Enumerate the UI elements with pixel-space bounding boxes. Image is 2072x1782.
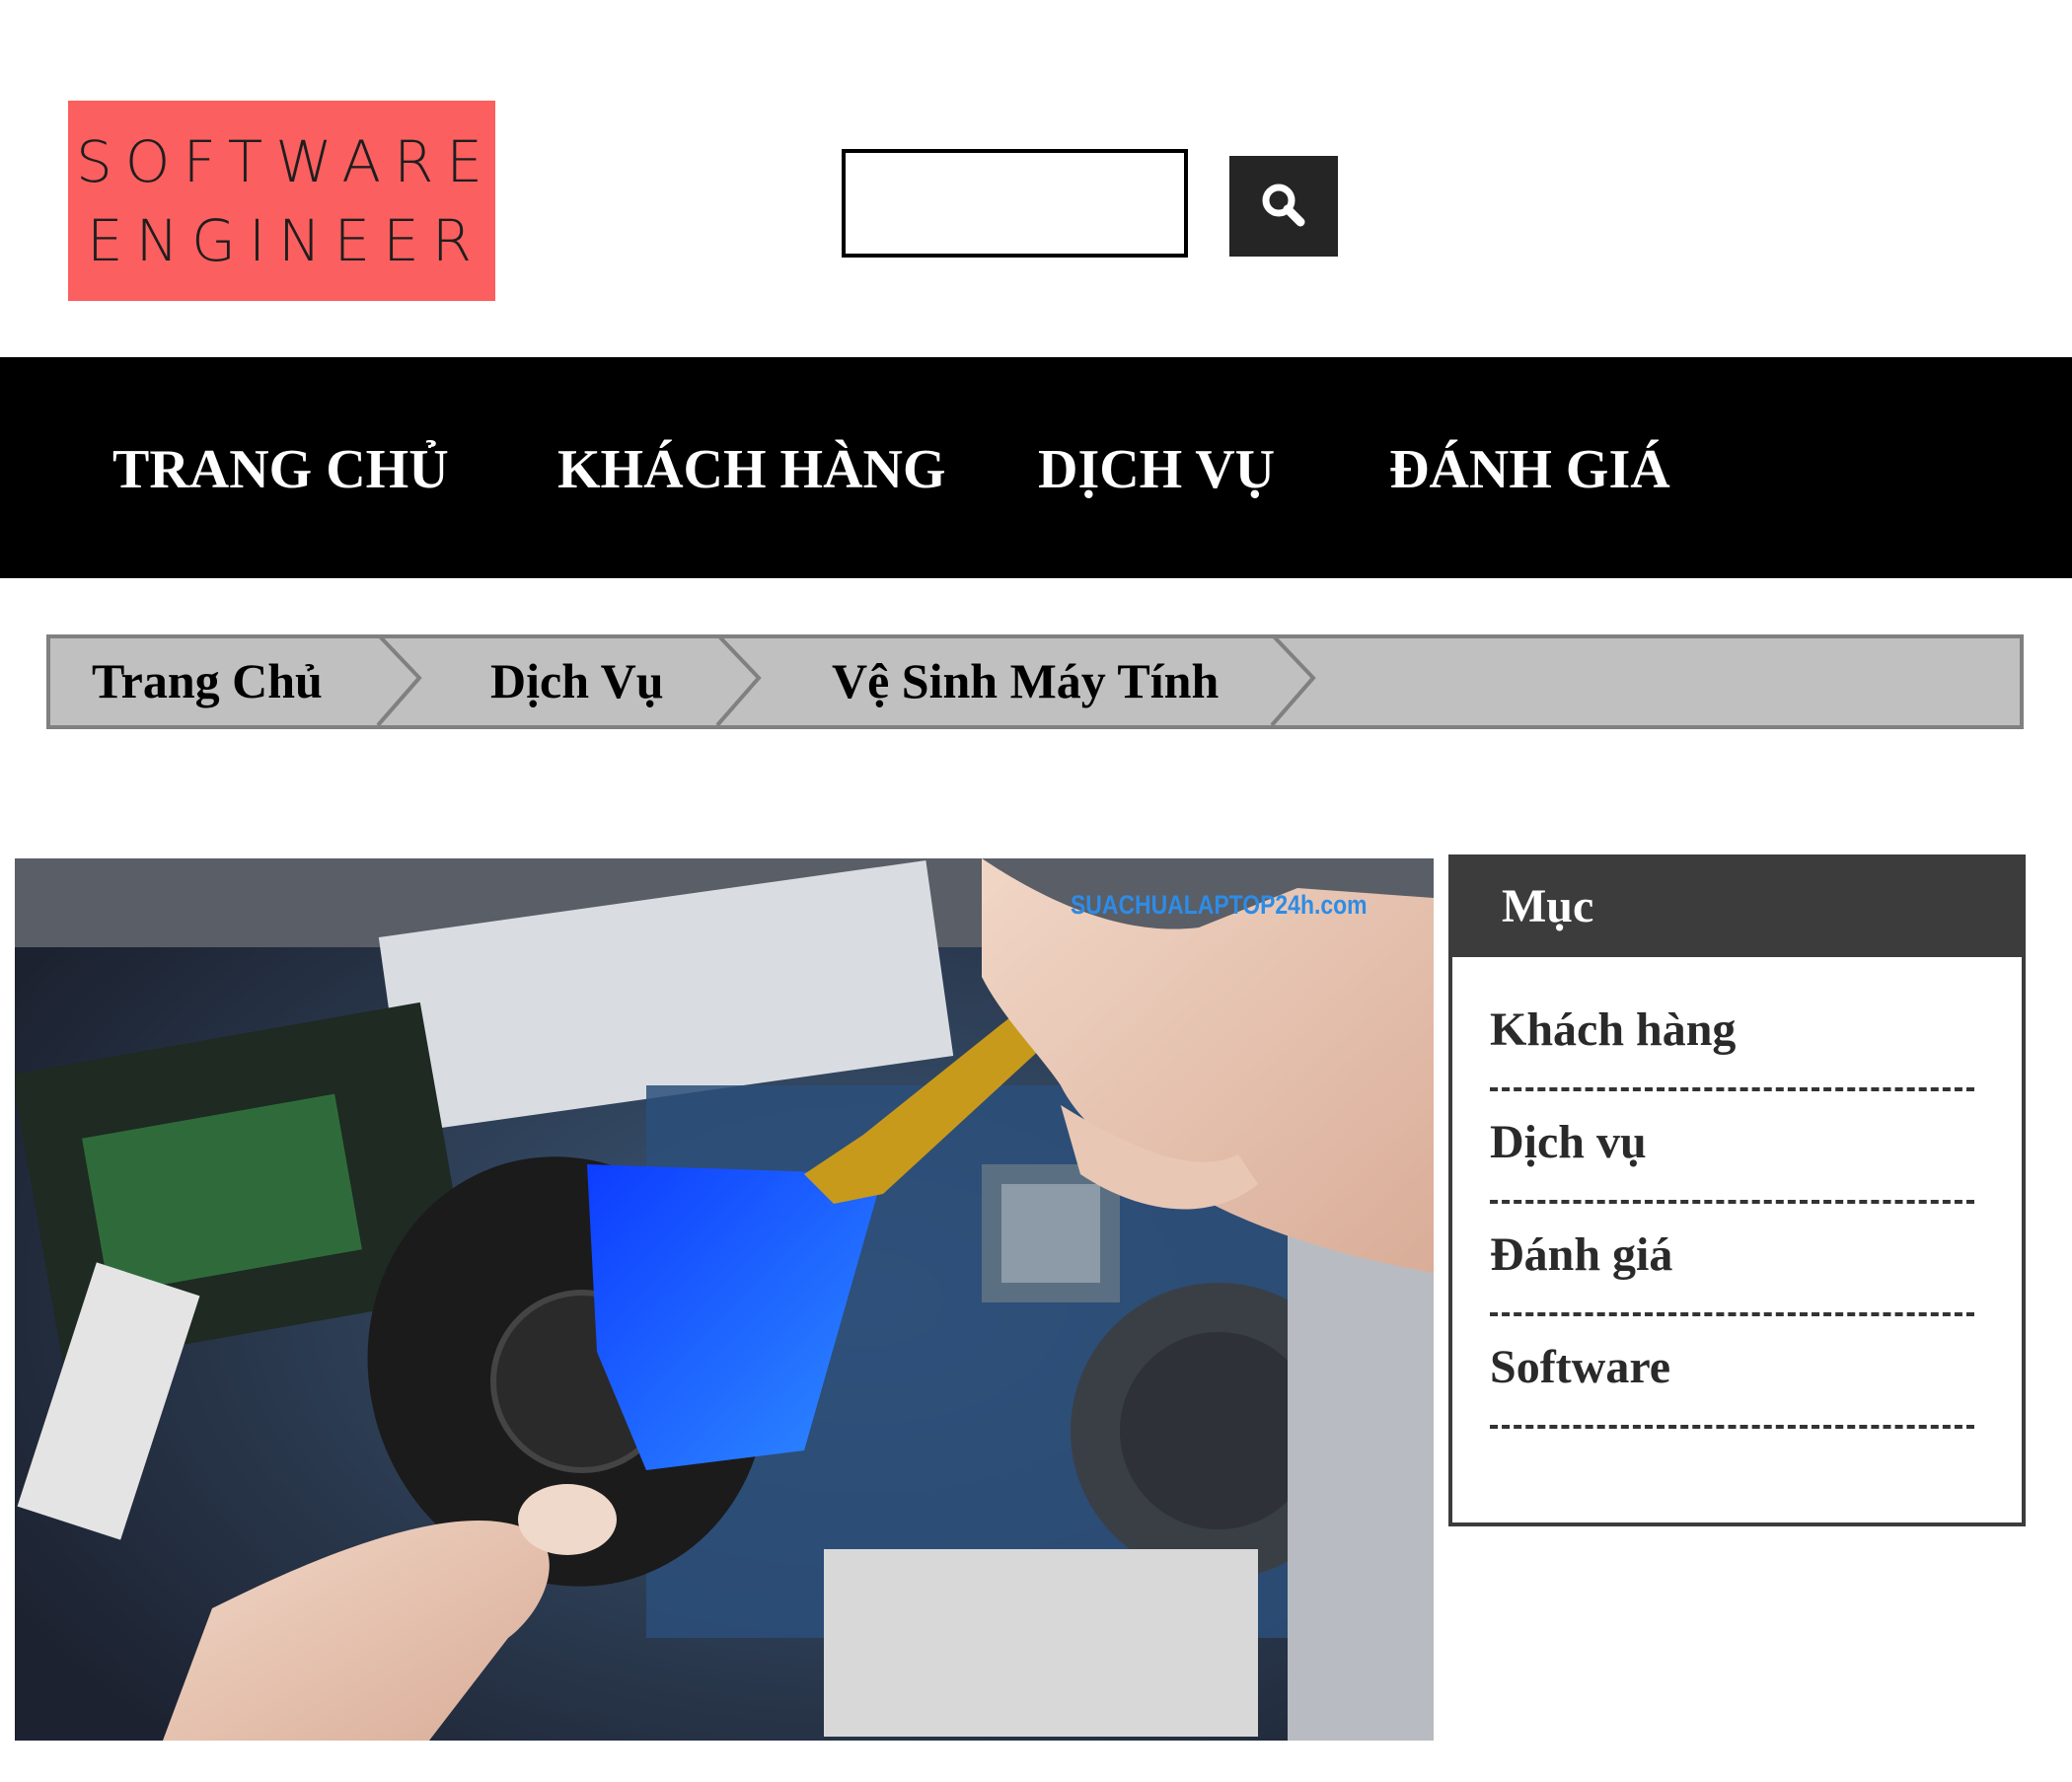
breadcrumb-separator <box>376 634 422 727</box>
breadcrumb-separator <box>715 634 762 727</box>
sidebar-item-dich-vu[interactable]: Dịch vụ <box>1490 1115 1647 1170</box>
logo-line-2: ENGINEER <box>86 206 485 274</box>
search-button[interactable] <box>1229 156 1338 257</box>
sidebar-title: Mục <box>1452 858 2022 957</box>
nav-item-trang-chu[interactable]: TRANG CHỦ <box>112 438 449 501</box>
hero-image <box>15 858 1434 1741</box>
sidebar-item-danh-gia[interactable]: Đánh giá <box>1490 1227 1672 1283</box>
main-nav: TRANG CHỦ KHÁCH HÀNG DỊCH VỤ ĐÁNH GIÁ <box>0 357 2072 578</box>
breadcrumb-separator <box>1270 634 1316 727</box>
nav-item-khach-hang[interactable]: KHÁCH HÀNG <box>557 438 946 501</box>
sidebar-divider <box>1490 1087 1974 1091</box>
search-input[interactable] <box>842 149 1188 258</box>
sidebar-divider <box>1490 1312 1974 1316</box>
site-logo[interactable]: SOFTWARE ENGINEER <box>68 101 495 301</box>
sidebar-item-khach-hang[interactable]: Khách hàng <box>1490 1002 1736 1058</box>
search-icon <box>1259 181 1308 233</box>
nav-item-danh-gia[interactable]: ĐÁNH GIÁ <box>1389 438 1670 501</box>
logo-line-1: SOFTWARE <box>75 127 496 195</box>
hero-watermark: SUACHUALAPTOP24h.com <box>1071 890 1368 920</box>
breadcrumb-item-ve-sinh-may-tinh[interactable]: Vệ Sinh Máy Tính <box>832 652 1219 709</box>
breadcrumb: Trang Chủ Dịch Vụ Vệ Sinh Máy Tính <box>46 634 2024 729</box>
category-sidebar: Mục Khách hàng Dịch vụ Đánh giá Software <box>1448 854 2026 1526</box>
sidebar-divider <box>1490 1425 1974 1429</box>
breadcrumb-item-trang-chu[interactable]: Trang Chủ <box>92 652 323 709</box>
breadcrumb-item-dich-vu[interactable]: Dịch Vụ <box>490 652 664 709</box>
nav-item-dich-vu[interactable]: DỊCH VỤ <box>1038 438 1275 501</box>
sidebar-item-software[interactable]: Software <box>1490 1340 1670 1395</box>
sidebar-divider <box>1490 1200 1974 1204</box>
